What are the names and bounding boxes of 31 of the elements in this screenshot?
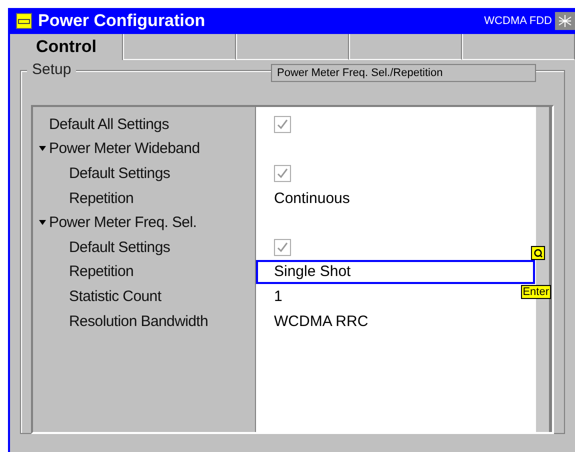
setting-value: Single Shot: [274, 263, 351, 280]
enter-hint: Enter: [520, 285, 551, 300]
setting-label[interactable]: Statistic Count: [69, 288, 162, 305]
mode-label: WCDMA FDD: [484, 15, 552, 27]
checkbox[interactable]: [274, 238, 291, 256]
setting-label[interactable]: Default Settings: [69, 164, 170, 182]
setting-label[interactable]: Default Settings: [69, 238, 170, 256]
setting-label[interactable]: Power Meter Wideband: [49, 140, 200, 158]
setting-value: WCDMA RRC: [274, 312, 368, 330]
setting-label[interactable]: Resolution Bandwidth: [69, 312, 208, 330]
window-title: Power Configuration: [38, 11, 206, 31]
setting-value: Continuous: [274, 190, 350, 207]
tab[interactable]: Control: [10, 34, 123, 60]
path-display: Power Meter Freq. Sel./Repetition: [271, 64, 536, 82]
setting-label[interactable]: Repetition: [69, 190, 134, 207]
checkbox[interactable]: [274, 164, 291, 182]
tab[interactable]: [123, 34, 236, 60]
setting-value: 1: [274, 288, 282, 305]
setting-label[interactable]: Default All Settings: [49, 116, 169, 133]
checkbox[interactable]: [274, 116, 291, 133]
window-menu-icon[interactable]: [16, 13, 32, 29]
setting-label[interactable]: Power Meter Freq. Sel.: [49, 214, 197, 232]
selected-value-field[interactable]: Single Shot: [256, 260, 535, 284]
expand-arrow-icon[interactable]: [39, 145, 46, 152]
tab[interactable]: [462, 34, 575, 60]
tab[interactable]: [349, 34, 462, 60]
expand-arrow-icon[interactable]: [39, 219, 46, 226]
setting-label[interactable]: Repetition: [69, 263, 134, 280]
group-title: Setup: [27, 61, 76, 78]
network-icon[interactable]: [555, 12, 575, 30]
tab[interactable]: [236, 34, 349, 60]
